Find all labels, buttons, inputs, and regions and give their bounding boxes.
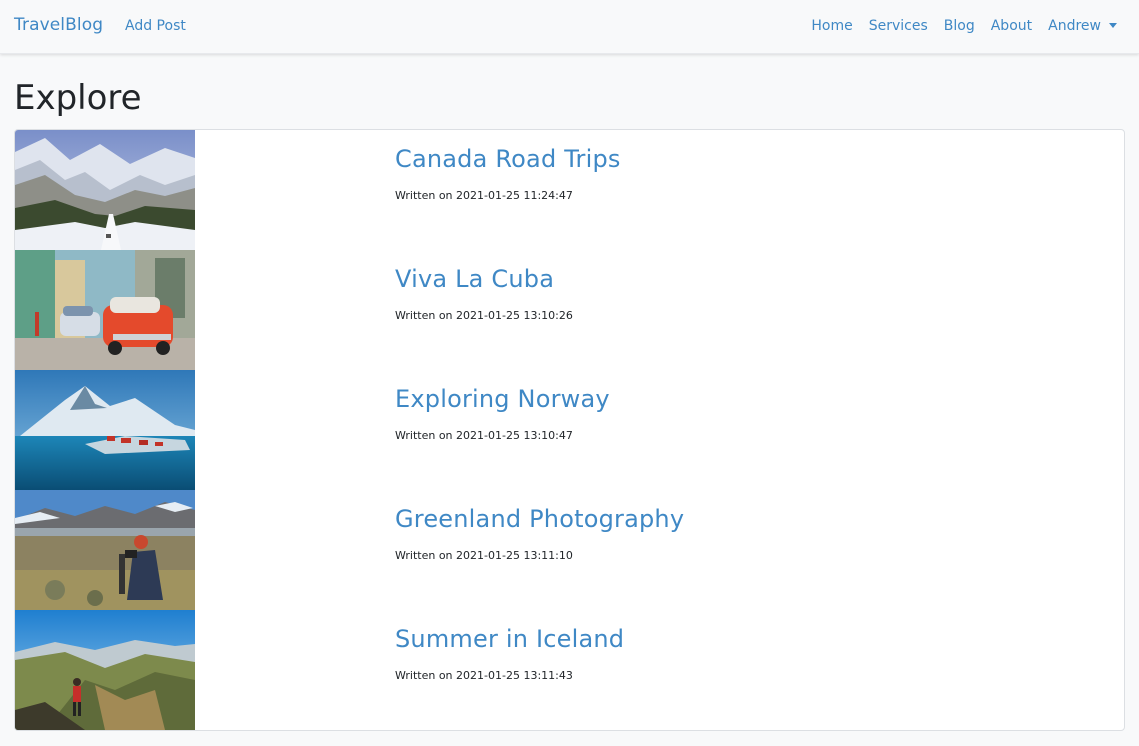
brand-link[interactable]: TravelBlog (14, 15, 103, 35)
caret-down-icon (1109, 22, 1117, 28)
iceland-hiker-valley-image (15, 610, 195, 730)
post-item: Canada Road Trips Written on 2021-01-25 … (15, 130, 1124, 250)
post-item: Summer in Iceland Written on 2021-01-25 … (15, 610, 1124, 730)
post-title-link[interactable]: Greenland Photography (395, 505, 684, 533)
norway-fjord-cabins-image (15, 370, 195, 490)
nav-links: Home Services Blog About Andrew (795, 18, 1117, 34)
post-date: Written on 2021-01-25 11:24:47 (395, 189, 573, 202)
post-date: Written on 2021-01-25 13:11:43 (395, 669, 573, 682)
post-title-link[interactable]: Viva La Cuba (395, 265, 554, 293)
nav-about-link[interactable]: About (991, 18, 1032, 34)
nav-blog-link[interactable]: Blog (944, 18, 975, 34)
post-thumbnail[interactable] (15, 610, 195, 730)
post-thumbnail[interactable] (15, 130, 195, 250)
page-title: Explore (14, 78, 142, 118)
post-item: Greenland Photography Written on 2021-01… (15, 490, 1124, 610)
post-title-link[interactable]: Exploring Norway (395, 385, 610, 413)
post-thumbnail[interactable] (15, 370, 195, 490)
add-post-link[interactable]: Add Post (125, 18, 186, 34)
top-navbar: TravelBlog Add Post Home Services Blog A… (0, 0, 1139, 54)
nav-home-link[interactable]: Home (811, 18, 852, 34)
post-title-link[interactable]: Canada Road Trips (395, 145, 621, 173)
user-name: Andrew (1048, 18, 1101, 34)
post-date: Written on 2021-01-25 13:11:10 (395, 549, 573, 562)
havana-vintage-cars-image (15, 250, 195, 370)
posts-list: Canada Road Trips Written on 2021-01-25 … (14, 129, 1125, 731)
post-title-link[interactable]: Summer in Iceland (395, 625, 624, 653)
post-date: Written on 2021-01-25 13:10:26 (395, 309, 573, 322)
post-thumbnail[interactable] (15, 250, 195, 370)
nav-services-link[interactable]: Services (869, 18, 928, 34)
post-item: Viva La Cuba Written on 2021-01-25 13:10… (15, 250, 1124, 370)
snowy-mountain-road-image (15, 130, 195, 250)
post-date: Written on 2021-01-25 13:10:47 (395, 429, 573, 442)
greenland-photographer-image (15, 490, 195, 610)
post-thumbnail[interactable] (15, 490, 195, 610)
user-dropdown[interactable]: Andrew (1048, 18, 1117, 34)
post-item: Exploring Norway Written on 2021-01-25 1… (15, 370, 1124, 490)
